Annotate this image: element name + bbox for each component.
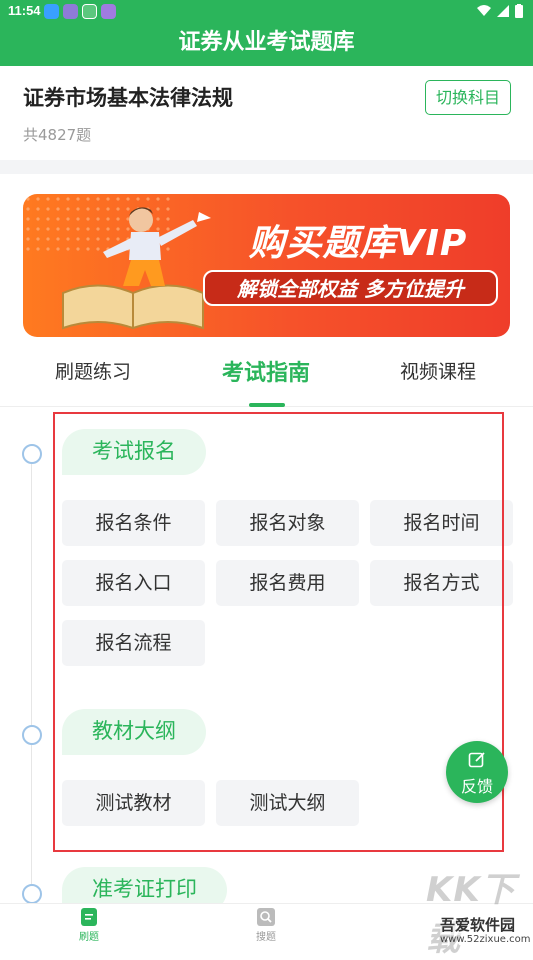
settings-notification-icon: [82, 4, 97, 19]
student-illustration: [62, 207, 211, 330]
subject-title: 证券市场基本法律法规: [23, 86, 233, 110]
app-notification-icon: [44, 4, 59, 19]
guide-item-test-textbook[interactable]: 测试教材: [62, 780, 205, 826]
wifi-icon: [477, 5, 491, 16]
question-count: 共4827题: [23, 126, 92, 144]
edit-icon: [468, 752, 485, 768]
watermark-url: www.52zixue.com: [440, 934, 531, 945]
guide-item-registration-portal[interactable]: 报名入口: [62, 560, 205, 606]
vip-banner[interactable]: 购买题库VIP 解锁全部权益 多方位提升: [23, 194, 510, 337]
app-notification-icon: [101, 4, 116, 19]
guide-item-registration-method[interactable]: 报名方式: [370, 560, 513, 606]
guide-item-registration-process[interactable]: 报名流程: [62, 620, 205, 666]
tab-exam-guide[interactable]: 考试指南: [222, 355, 310, 387]
feedback-button[interactable]: 反馈: [446, 741, 508, 803]
nav-item-search[interactable]: 搜题: [236, 908, 296, 943]
battery-icon: [515, 4, 523, 18]
guide-item-test-syllabus[interactable]: 测试大纲: [216, 780, 359, 826]
status-time: 11:54: [8, 3, 41, 18]
active-tab-indicator: [249, 403, 285, 407]
guide-item-registration-time[interactable]: 报名时间: [370, 500, 513, 546]
guide-item-registration-fee[interactable]: 报名费用: [216, 560, 359, 606]
signal-icon: [497, 5, 509, 17]
app-title: 证券从业考试题库: [0, 24, 533, 66]
tab-practice[interactable]: 刷题练习: [55, 357, 131, 384]
section-title: 教材大纲: [62, 709, 206, 755]
guide-item-registration-conditions[interactable]: 报名条件: [62, 500, 205, 546]
watermark-logo: KK下载: [426, 870, 516, 959]
banner-subtitle: 解锁全部权益 多方位提升: [237, 277, 464, 301]
nav-label-search: 搜题: [256, 932, 276, 943]
timeline-dot: [22, 444, 42, 464]
watermark-name: 吾爱软件园: [440, 914, 516, 935]
timeline-dot: [22, 725, 42, 745]
tab-bar: 刷题练习 考试指南 视频课程: [0, 345, 533, 407]
status-app-icons: [44, 4, 116, 19]
section-divider: [0, 160, 533, 174]
tab-video-courses[interactable]: 视频课程: [400, 357, 476, 384]
timeline-line: [31, 463, 32, 893]
nav-label-practice: 刷题: [79, 932, 99, 943]
timeline-dot: [22, 884, 42, 904]
banner-title: 购买题库VIP: [248, 223, 468, 264]
document-icon: [81, 908, 97, 926]
status-bar: 11:54: [0, 0, 533, 24]
feedback-label: 反馈: [460, 777, 493, 796]
app-notification-icon: [63, 4, 78, 19]
switch-subject-button[interactable]: 切换科目: [425, 80, 511, 115]
search-icon: [257, 908, 275, 926]
nav-item-practice[interactable]: 刷题: [59, 908, 119, 943]
site-watermark: KK下载 吾爱软件园 www.52zixue.com: [406, 862, 533, 959]
guide-item-registration-eligibility[interactable]: 报名对象: [216, 500, 359, 546]
section-title: 考试报名: [62, 429, 206, 475]
subject-panel: 证券市场基本法律法规 共4827题 切换科目: [0, 66, 533, 160]
